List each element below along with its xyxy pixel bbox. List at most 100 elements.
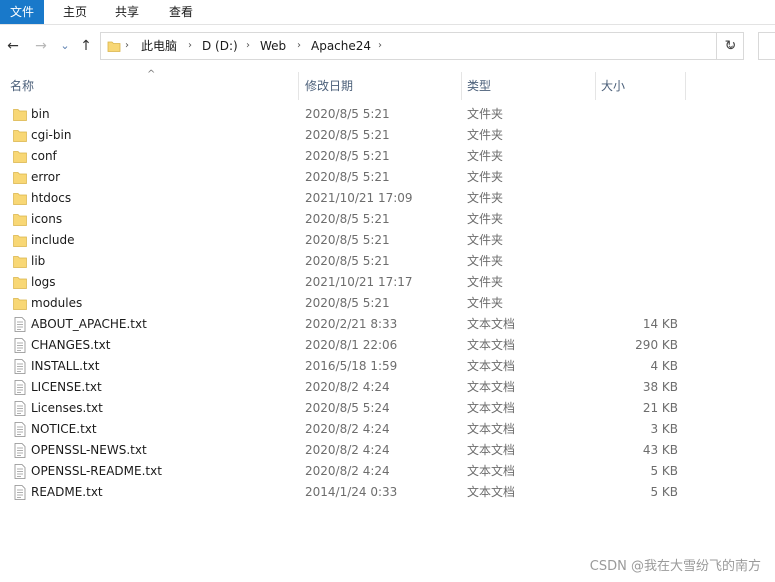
file-name: ABOUT_APACHE.txt [31,317,147,331]
refresh-icon[interactable]: ↻ [716,32,744,60]
recent-locations-icon[interactable]: ⌄ [56,37,74,55]
file-size: 14 KB [642,317,678,331]
folder-icon [13,130,27,142]
file-type: 文件夹 [467,254,504,268]
tab-share[interactable]: 共享 [104,0,150,24]
text-file-icon [14,401,26,416]
tab-home[interactable]: 主页 [52,0,98,24]
file-name: lib [31,254,46,268]
file-name: bin [31,107,50,121]
file-row[interactable]: INSTALL.txt 2016/5/18 1:59 文本文档 4 KB [0,356,700,377]
file-size: 38 KB [642,380,678,394]
file-name: README.txt [31,485,103,499]
file-type: 文本文档 [467,401,516,415]
file-row[interactable]: ABOUT_APACHE.txt 2020/2/21 8:33 文本文档 14 KB [0,314,700,335]
file-name: modules [31,296,83,310]
file-name: conf [31,149,57,163]
file-type: 文件夹 [467,191,504,205]
file-row[interactable]: NOTICE.txt 2020/8/2 4:24 文本文档 3 KB [0,419,700,440]
file-type: 文件夹 [467,170,504,184]
file-row[interactable]: conf 2020/8/5 5:21 文件夹 [0,146,700,167]
file-row[interactable]: OPENSSL-NEWS.txt 2020/8/2 4:24 文本文档 43 KB [0,440,700,461]
file-row[interactable]: icons 2020/8/5 5:21 文件夹 [0,209,700,230]
forward-arrow-icon[interactable]: → [32,37,50,55]
text-file-icon [14,317,26,332]
column-header-type[interactable]: 类型 [461,72,595,100]
file-date: 2016/5/18 1:59 [305,359,398,373]
breadcrumb-apache24[interactable]: Apache24 [311,33,371,59]
file-type: 文件夹 [467,212,504,226]
folder-icon [107,41,121,52]
file-name: icons [31,212,63,226]
breadcrumb-separator[interactable]: › [378,33,382,59]
file-size: 43 KB [642,443,678,457]
file-row[interactable]: CHANGES.txt 2020/8/1 22:06 文本文档 290 KB [0,335,700,356]
text-file-icon [14,359,26,374]
back-arrow-icon[interactable]: ← [4,37,22,55]
file-type: 文件夹 [467,275,504,289]
file-type: 文件夹 [467,233,504,247]
tab-view[interactable]: 查看 [158,0,204,24]
file-size: 3 KB [650,422,678,436]
tab-file[interactable]: 文件 [0,0,44,24]
text-file-icon [14,422,26,437]
file-size [600,209,678,230]
folder-icon [13,109,27,121]
file-date: 2020/8/2 4:24 [305,464,390,478]
text-file-icon [14,443,26,458]
ribbon-tabs: 文件 主页 共享 查看 [0,0,775,25]
file-row[interactable]: OPENSSL-README.txt 2020/8/2 4:24 文本文档 5 KB [0,461,700,482]
breadcrumb-separator[interactable]: › [188,33,192,59]
file-row[interactable]: htdocs 2021/10/21 17:09 文件夹 [0,188,700,209]
file-name: cgi-bin [31,128,72,142]
file-name: error [31,170,61,184]
file-size: 21 KB [642,401,678,415]
search-input[interactable] [758,32,775,60]
file-date: 2020/8/5 5:21 [305,170,390,184]
file-name: include [31,233,75,247]
file-size [600,188,678,209]
file-type: 文本文档 [467,443,516,457]
file-row[interactable]: logs 2021/10/21 17:17 文件夹 [0,272,700,293]
file-row[interactable]: README.txt 2014/1/24 0:33 文本文档 5 KB [0,482,700,503]
file-name: INSTALL.txt [31,359,100,373]
file-size [600,293,678,314]
breadcrumb-web[interactable]: Web [260,33,286,59]
file-row[interactable]: lib 2020/8/5 5:21 文件夹 [0,251,700,272]
text-file-icon [14,485,26,500]
file-type: 文本文档 [467,380,516,394]
file-size [600,125,678,146]
file-row[interactable]: Licenses.txt 2020/8/5 5:24 文本文档 21 KB [0,398,700,419]
file-date: 2020/8/2 4:24 [305,422,390,436]
column-header-name[interactable]: 名称 [0,72,298,100]
folder-icon [13,172,27,184]
file-size [600,230,678,251]
file-row[interactable]: error 2020/8/5 5:21 文件夹 [0,167,700,188]
breadcrumb-this-pc[interactable]: 此电脑 [141,33,177,59]
file-row[interactable]: bin 2020/8/5 5:21 文件夹 [0,104,700,125]
address-bar[interactable]: › 此电脑 › D (D:) › Web › Apache24 › ⌄ [100,32,744,60]
breadcrumb-d-drive[interactable]: D (D:) [202,33,238,59]
file-row[interactable]: include 2020/8/5 5:21 文件夹 [0,230,700,251]
file-name: htdocs [31,191,72,205]
file-name: logs [31,275,56,289]
up-arrow-icon[interactable]: ↑ [77,37,95,55]
file-row[interactable]: modules 2020/8/5 5:21 文件夹 [0,293,700,314]
breadcrumb-separator[interactable]: › [246,33,250,59]
folder-icon [13,256,27,268]
text-file-icon [14,338,26,353]
column-divider[interactable] [685,72,686,100]
column-header-date[interactable]: 修改日期 [298,72,461,100]
file-size [600,104,678,125]
watermark: CSDN @我在大雪纷飞的南方 [589,559,761,574]
file-date: 2020/8/5 5:21 [305,254,390,268]
column-header-size[interactable]: 大小 [595,72,685,100]
file-type: 文件夹 [467,296,504,310]
breadcrumb-separator[interactable]: › [125,33,129,59]
text-file-icon [14,380,26,395]
file-type: 文本文档 [467,422,516,436]
file-name: NOTICE.txt [31,422,97,436]
file-row[interactable]: cgi-bin 2020/8/5 5:21 文件夹 [0,125,700,146]
file-row[interactable]: LICENSE.txt 2020/8/2 4:24 文本文档 38 KB [0,377,700,398]
breadcrumb-separator[interactable]: › [297,33,301,59]
